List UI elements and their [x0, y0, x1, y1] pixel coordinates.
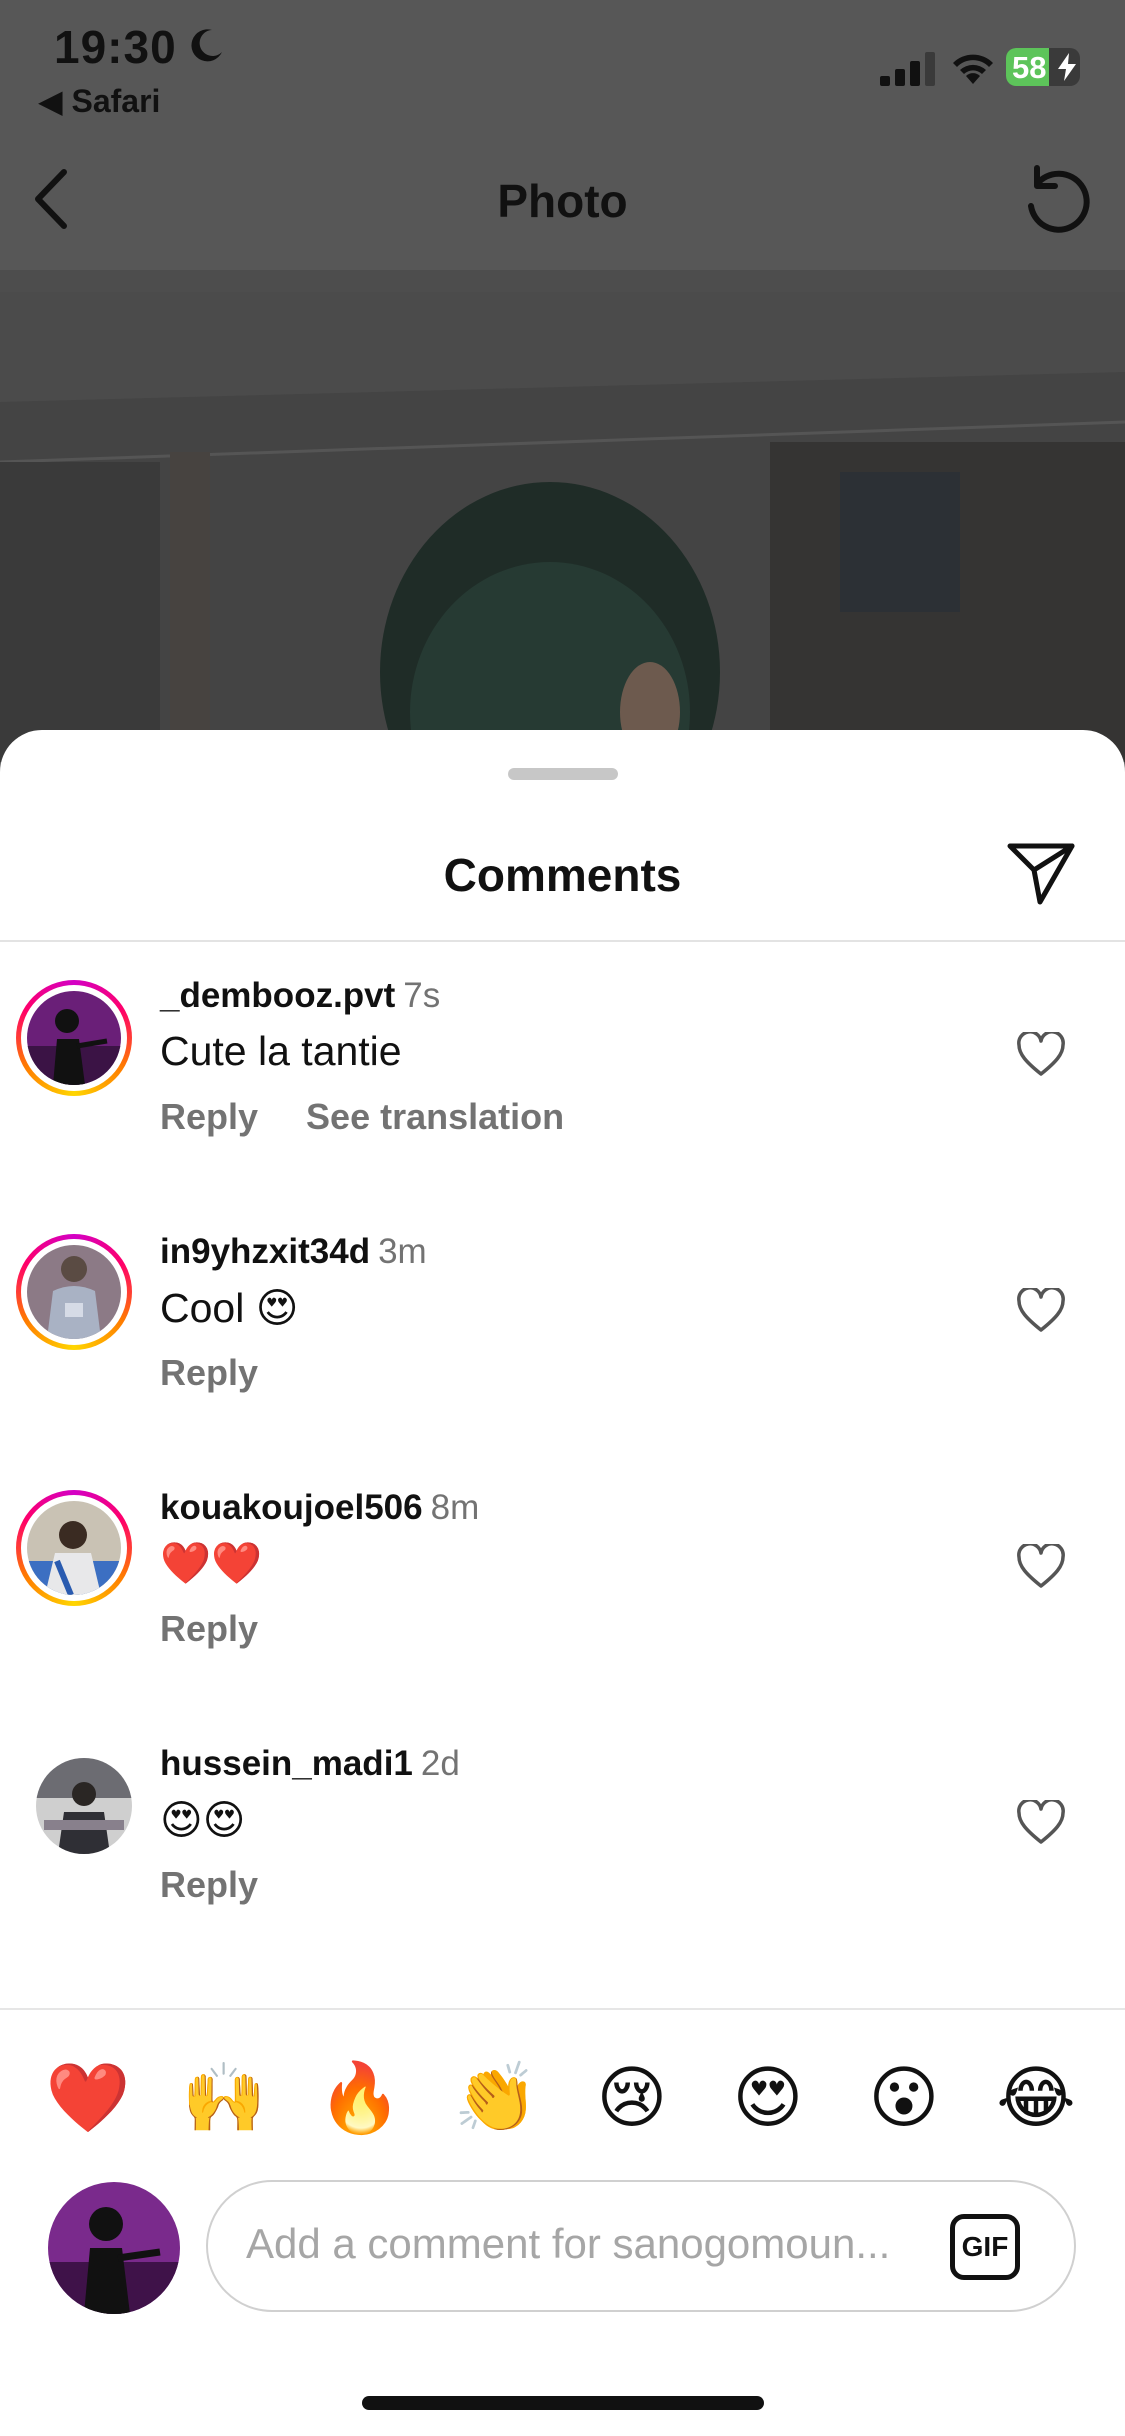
avatar	[27, 1245, 121, 1339]
gif-button[interactable]: GIF	[950, 2214, 1020, 2280]
sheet-title: Comments	[443, 849, 682, 901]
comment-input[interactable]: Add a comment for sanogomoun... GIF	[206, 2180, 1076, 2312]
heart-outline-icon[interactable]	[1016, 1288, 1066, 1334]
comment-actions: Reply	[160, 1352, 258, 1394]
home-indicator[interactable]	[362, 2396, 764, 2410]
reply-button[interactable]: Reply	[160, 1352, 258, 1393]
comment-actions: Reply	[160, 1864, 258, 1906]
status-bar: 19:30 ◀ Safari 58	[0, 0, 1125, 130]
comment-input-placeholder: Add a comment for sanogomoun...	[246, 2220, 891, 2267]
avatar-story-ring[interactable]	[16, 980, 132, 1096]
comment-username[interactable]: hussein_madi1	[160, 1744, 413, 1783]
quick-emoji-bar: ❤️ 🙌 🔥 👏 😢 😍 😮 😂	[0, 2048, 1125, 2158]
comment-header: _dembooz.pvt 7s	[160, 976, 440, 1016]
comment-text: 😍😍	[160, 1797, 246, 1843]
comment-header: kouakoujoel506 8m	[160, 1488, 479, 1528]
comments-sheet: Comments _dembooz.pvt 7s Cute la tantie …	[0, 730, 1125, 2436]
see-translation-button[interactable]: See translation	[306, 1096, 564, 1137]
comment-timestamp: 3m	[378, 1232, 427, 1271]
wifi-icon	[953, 54, 993, 84]
post-photo	[0, 292, 1125, 762]
emoji-fire-button[interactable]: 🔥	[310, 2048, 410, 2148]
comment-timestamp: 8m	[430, 1488, 480, 1527]
battery-indicator: 58	[1006, 48, 1080, 86]
comment-timestamp: 7s	[403, 976, 441, 1015]
emoji-bar-divider	[0, 2008, 1125, 2010]
comment-text: Cool 😍	[160, 1285, 299, 1331]
heart-outline-icon[interactable]	[1016, 1032, 1066, 1078]
comment-header: in9yhzxit34d 3m	[160, 1232, 427, 1272]
comment-item: kouakoujoel506 8m ❤️❤️ Reply	[0, 1452, 1125, 1708]
emoji-crying-button[interactable]: 😢	[582, 2048, 682, 2148]
emoji-laughing-button[interactable]: 😂	[986, 2048, 1086, 2148]
heart-outline-icon[interactable]	[1016, 1544, 1066, 1590]
cellular-signal-icon	[880, 52, 935, 86]
avatar-story-ring[interactable]	[16, 1234, 132, 1350]
avatar[interactable]	[36, 1758, 132, 1854]
comment-item: _dembooz.pvt 7s Cute la tantie Reply See t…	[0, 940, 1125, 1196]
charging-bolt-icon	[1058, 53, 1076, 81]
avatar	[27, 1501, 121, 1595]
comment-text: Cute la tantie	[160, 1028, 402, 1074]
sheet-grabber[interactable]	[508, 768, 618, 780]
status-time: 19:30	[54, 21, 177, 73]
comment-timestamp: 2d	[420, 1744, 460, 1783]
own-avatar	[48, 2182, 180, 2314]
comment-text: ❤️❤️	[160, 1540, 263, 1586]
comment-username[interactable]: _dembooz.pvt	[160, 976, 395, 1015]
comment-username[interactable]: in9yhzxit34d	[160, 1232, 370, 1271]
reply-button[interactable]: Reply	[160, 1864, 258, 1905]
reply-button[interactable]: Reply	[160, 1096, 258, 1137]
refresh-icon[interactable]	[1019, 162, 1095, 238]
page-title: Photo	[497, 175, 628, 227]
emoji-heart-button[interactable]: ❤️	[38, 2048, 138, 2148]
battery-percent: 58	[1012, 50, 1047, 85]
comment-actions: Reply	[160, 1608, 258, 1650]
reply-button[interactable]: Reply	[160, 1608, 258, 1649]
emoji-clap-button[interactable]: 👏	[446, 2048, 546, 2148]
comment-item: hussein_madi1 2d 😍😍 Reply	[0, 1708, 1125, 1964]
photo-scene	[0, 292, 1125, 762]
comment-actions: Reply See translation	[160, 1096, 564, 1138]
emoji-raising-hands-button[interactable]: 🙌	[174, 2048, 274, 2148]
back-to-safari-link[interactable]: ◀ Safari	[38, 82, 160, 120]
nav-bar: Photo	[0, 130, 1125, 270]
comment-username[interactable]: kouakoujoel506	[160, 1488, 423, 1527]
comment-header: hussein_madi1 2d	[160, 1744, 460, 1784]
emoji-surprised-button[interactable]: 😮	[854, 2048, 954, 2148]
emoji-heart-eyes-button[interactable]: 😍	[718, 2048, 818, 2148]
avatar	[27, 991, 121, 1085]
paper-plane-icon[interactable]	[1006, 842, 1076, 906]
moon-icon	[191, 29, 222, 62]
photo-separator	[0, 270, 1125, 292]
avatar-story-ring[interactable]	[16, 1490, 132, 1606]
comment-item: in9yhzxit34d 3m Cool 😍 Reply	[0, 1196, 1125, 1452]
heart-outline-icon[interactable]	[1016, 1800, 1066, 1846]
